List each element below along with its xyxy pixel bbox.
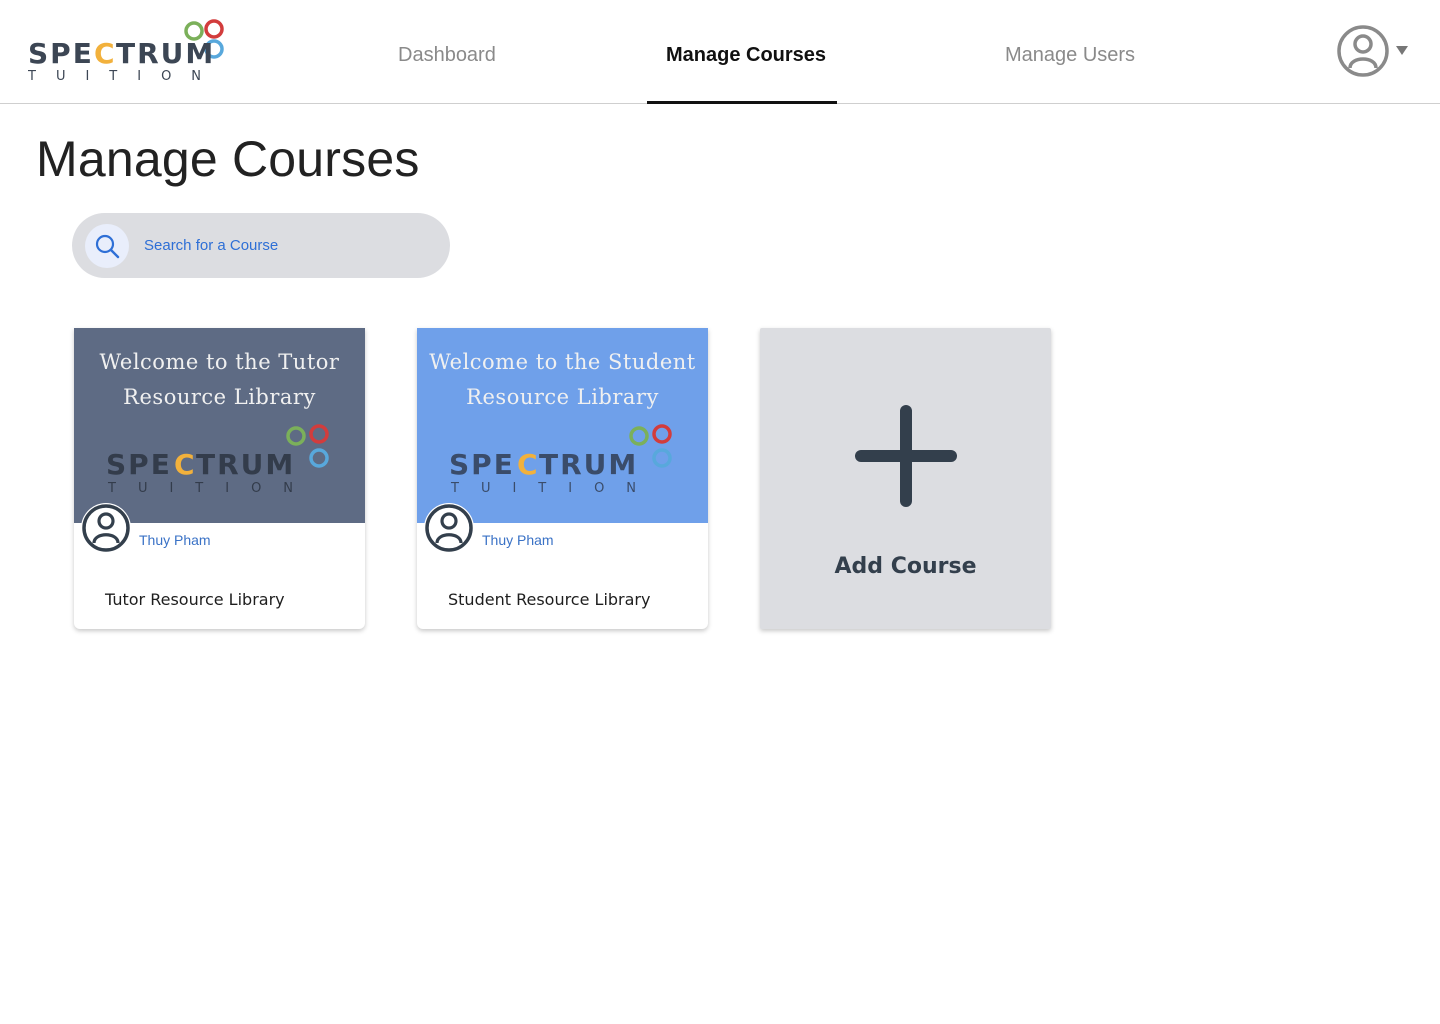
course-author[interactable]: Thuy Pham [482,532,554,548]
svg-text:SPE: SPE [28,37,94,70]
page-title: Manage Courses [36,131,420,187]
nav-dashboard[interactable]: Dashboard [398,44,496,67]
user-circle-icon [1337,25,1389,77]
svg-text:TRUM: TRUM [116,37,215,70]
search-input[interactable] [144,230,434,260]
course-card-student-resource-library[interactable]: SPE C TRUM TUITION Welcome to the Studen… [417,328,708,629]
active-tab-indicator [647,101,837,104]
svg-text:C: C [94,37,115,70]
nav-manage-users[interactable]: Manage Users [1005,44,1135,67]
account-menu[interactable] [1336,24,1416,80]
dropdown-caret-icon [1396,46,1408,55]
svg-text:C: C [174,448,195,481]
spectrum-tuition-logo[interactable]: SPE C TRUM TUITION [28,18,228,84]
svg-text:TRUM: TRUM [196,448,295,481]
course-search-bar[interactable] [72,213,450,278]
course-title[interactable]: Student Resource Library [448,590,650,609]
banner-heading-line-1: Welcome to the Student [429,350,696,374]
svg-text:TRUM: TRUM [539,448,638,481]
course-banner: SPE C TRUM TUITION Welcome to the Tutor … [74,328,365,523]
svg-text:SPE: SPE [449,448,515,481]
add-course-button[interactable]: Add Course [760,328,1051,629]
svg-text:C: C [517,448,538,481]
search-icon[interactable] [85,224,129,268]
banner-heading-line-2: Resource Library [466,385,659,409]
author-avatar-icon [81,503,131,553]
svg-text:TUITION: TUITION [28,69,221,84]
banner-heading-line-2: Resource Library [123,385,316,409]
course-banner: SPE C TRUM TUITION Welcome to the Studen… [417,328,708,523]
banner-heading-line-1: Welcome to the Tutor [99,350,340,374]
add-course-label: Add Course [834,554,977,579]
svg-text:SPE: SPE [106,448,172,481]
svg-text:TUITION: TUITION [450,481,658,496]
svg-text:TUITION: TUITION [107,481,315,496]
author-avatar-icon [424,503,474,553]
top-navigation-bar: SPE C TRUM TUITION Dashboard Manage Cour… [0,0,1440,104]
course-author[interactable]: Thuy Pham [139,532,211,548]
course-title[interactable]: Tutor Resource Library [105,590,285,609]
plus-icon [855,405,957,507]
course-card-tutor-resource-library[interactable]: SPE C TRUM TUITION Welcome to the Tutor … [74,328,365,629]
nav-manage-courses[interactable]: Manage Courses [666,44,826,67]
